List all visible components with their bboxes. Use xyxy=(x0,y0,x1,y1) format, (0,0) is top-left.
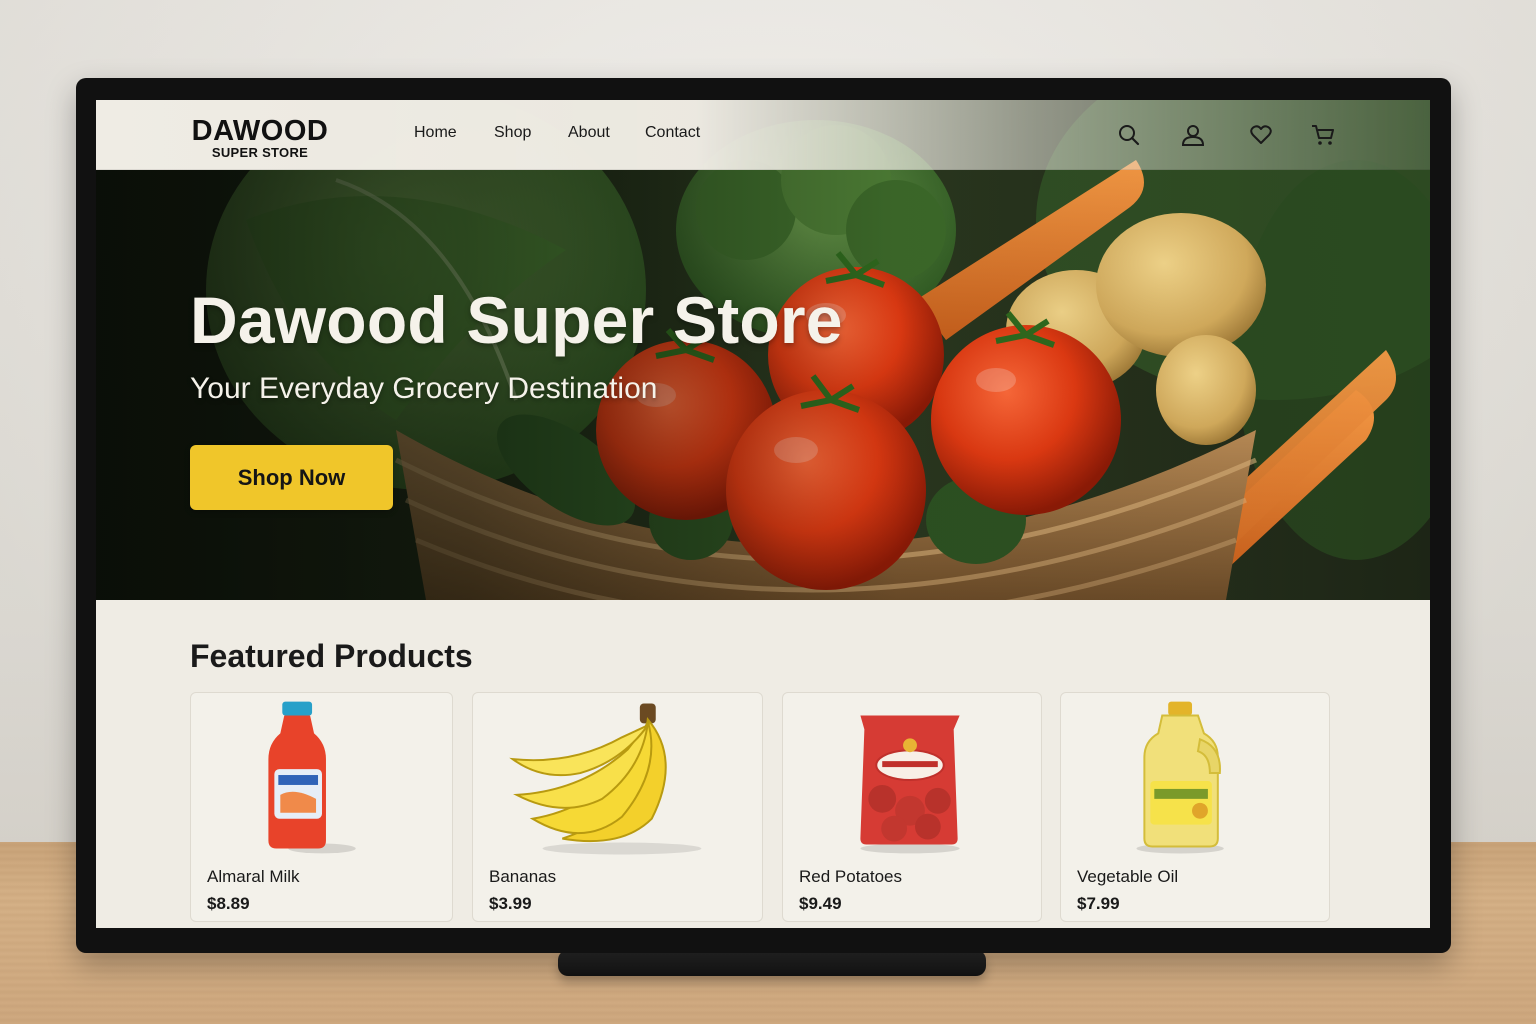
search-icon[interactable] xyxy=(1114,120,1144,150)
potato-bag-image xyxy=(860,715,960,854)
product-name: Red Potatoes xyxy=(799,867,903,886)
hero-banner: Dawood Super Store Your Everyday Grocery… xyxy=(96,100,1430,600)
nav-link-home[interactable]: Home xyxy=(414,124,457,142)
product-card-milk[interactable]: Almaral Milk $8.89 xyxy=(190,692,453,922)
product-price: $7.99 xyxy=(1077,894,1120,913)
top-navigation-bar: DAWOOD SUPER STORE Home Shop About Conta… xyxy=(96,100,1430,170)
product-card-vegetable-oil[interactable]: Vegetable Oil $7.99 xyxy=(1060,692,1330,922)
monitor-stand xyxy=(558,950,986,976)
store-logo[interactable]: DAWOOD SUPER STORE xyxy=(180,116,340,160)
product-price: $3.99 xyxy=(489,894,532,913)
product-card-potatoes[interactable]: Red Potatoes $9.49 xyxy=(782,692,1042,922)
product-price: $8.89 xyxy=(207,894,250,913)
logo-wordmark: DAWOOD xyxy=(191,115,329,147)
user-icon[interactable] xyxy=(1178,120,1208,150)
nav-link-about[interactable]: About xyxy=(568,124,610,142)
featured-products-heading: Featured Products xyxy=(190,638,473,674)
heart-icon[interactable] xyxy=(1246,120,1276,150)
hero-title: Dawood Super Store xyxy=(190,283,843,357)
featured-products-section: Featured Products Almaral Milk $8.89 Ban… xyxy=(96,600,1430,928)
cart-icon[interactable] xyxy=(1308,120,1338,150)
product-name: Vegetable Oil xyxy=(1077,867,1179,886)
milk-bottle-image xyxy=(268,701,356,854)
product-name: Bananas xyxy=(489,867,557,886)
website-screen: Dawood Super Store Your Everyday Grocery… xyxy=(96,100,1430,928)
product-price: $9.49 xyxy=(799,894,842,913)
logo-tagline: SUPER STORE xyxy=(211,145,309,160)
product-name: Almaral Milk xyxy=(207,867,300,886)
oil-jug-image xyxy=(1136,701,1224,854)
hero-subtitle: Your Everyday Grocery Destination xyxy=(190,372,658,405)
nav-link-shop[interactable]: Shop xyxy=(494,124,531,142)
nav-link-contact[interactable]: Contact xyxy=(645,124,700,142)
nav-actions xyxy=(1114,120,1354,150)
shop-now-button[interactable]: Shop Now xyxy=(190,445,393,510)
product-card-bananas[interactable]: Bananas $3.99 xyxy=(472,692,763,922)
bananas-image xyxy=(509,703,702,855)
